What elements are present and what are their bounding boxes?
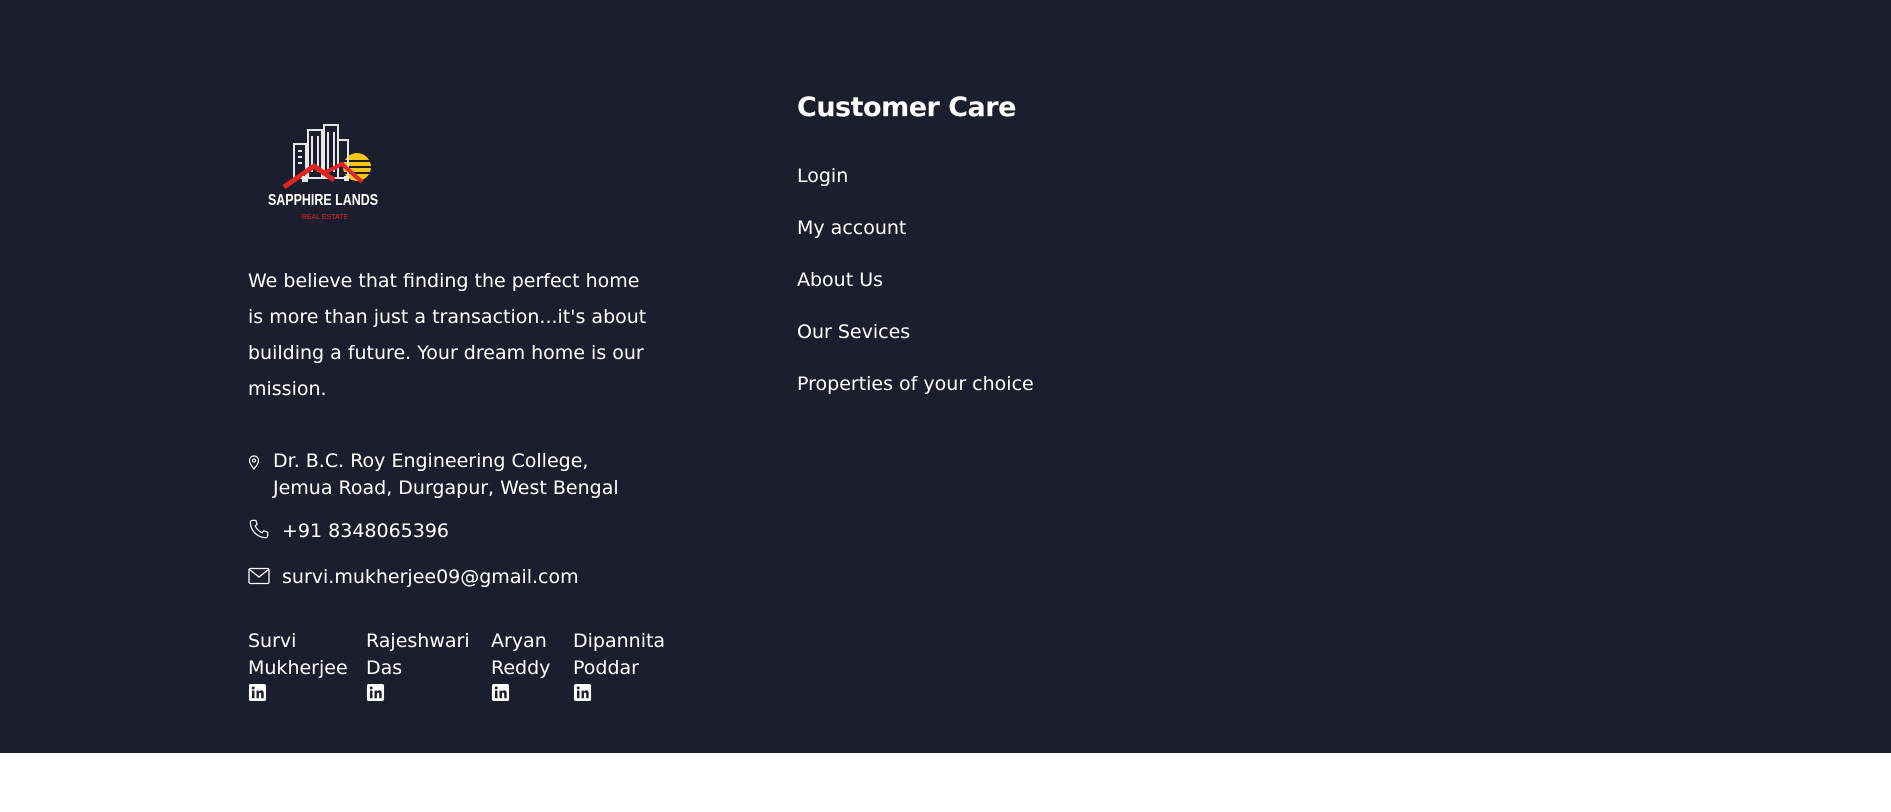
about-line: building a future. Your dream home is ou… bbox=[248, 342, 644, 364]
sapphire-lands-logo[interactable]: SAPPHIRE LANDS REAL ESTATE bbox=[262, 122, 384, 224]
team-member: Dipannita Poddar bbox=[573, 628, 683, 702]
member-last-name: Das bbox=[366, 657, 403, 679]
logo-wordmark: SAPPHIRE LANDS bbox=[268, 192, 378, 209]
about-line: is more than just a transaction...it's a… bbox=[248, 306, 647, 328]
email-contact[interactable]: survi.mukherjee09@gmail.com bbox=[248, 564, 579, 591]
linkedin-icon[interactable] bbox=[366, 683, 385, 702]
care-link-item: Our Sevices bbox=[797, 317, 1034, 369]
customer-care-heading: Customer Care bbox=[797, 92, 1016, 123]
member-first-name: Rajeshwari bbox=[366, 630, 470, 652]
customer-care-links: Login My account About Us Our Sevices Pr… bbox=[797, 161, 1034, 421]
care-link-item: My account bbox=[797, 213, 1034, 265]
logo-subtext: REAL ESTATE bbox=[302, 214, 348, 221]
about-line: We believe that finding the perfect home bbox=[248, 270, 640, 292]
phone-number[interactable]: +91 8348065396 bbox=[282, 518, 449, 545]
phone-contact[interactable]: +91 8348065396 bbox=[248, 518, 449, 545]
member-last-name: Poddar bbox=[573, 657, 639, 679]
member-last-name: Reddy bbox=[491, 657, 551, 679]
address-line-2: Jemua Road, Durgapur, West Bengal bbox=[273, 477, 619, 499]
member-first-name: Dipannita bbox=[573, 630, 666, 652]
about-line: mission. bbox=[248, 378, 327, 400]
linkedin-icon[interactable] bbox=[248, 683, 267, 702]
team-member: Survi Mukherjee bbox=[248, 628, 366, 702]
team-member: Aryan Reddy bbox=[491, 628, 573, 702]
care-link-item: Login bbox=[797, 161, 1034, 213]
mail-icon bbox=[248, 566, 270, 586]
email-address[interactable]: survi.mukherjee09@gmail.com bbox=[282, 564, 579, 591]
member-first-name: Aryan bbox=[491, 630, 547, 652]
member-first-name: Survi bbox=[248, 630, 297, 652]
login-link[interactable]: Login bbox=[797, 165, 848, 187]
properties-link[interactable]: Properties of your choice bbox=[797, 373, 1034, 395]
care-link-item: Properties of your choice bbox=[797, 369, 1034, 421]
site-footer: SAPPHIRE LANDS REAL ESTATE We believe th… bbox=[0, 0, 1891, 753]
address: Dr. B.C. Roy Engineering College, Jemua … bbox=[248, 448, 619, 502]
member-last-name: Mukherjee bbox=[248, 657, 348, 679]
address-line-1: Dr. B.C. Roy Engineering College, bbox=[273, 450, 589, 472]
linkedin-icon[interactable] bbox=[573, 683, 592, 702]
team-member: Rajeshwari Das bbox=[366, 628, 491, 702]
my-account-link[interactable]: My account bbox=[797, 217, 906, 239]
our-services-link[interactable]: Our Sevices bbox=[797, 321, 910, 343]
about-us-link[interactable]: About Us bbox=[797, 269, 883, 291]
map-pin-icon bbox=[248, 452, 260, 470]
care-link-item: About Us bbox=[797, 265, 1034, 317]
phone-icon bbox=[248, 518, 270, 540]
linkedin-icon[interactable] bbox=[491, 683, 510, 702]
about-text: We believe that finding the perfect home… bbox=[248, 263, 648, 407]
team-list: Survi Mukherjee Rajeshwari Das Aryan Red… bbox=[248, 628, 683, 702]
